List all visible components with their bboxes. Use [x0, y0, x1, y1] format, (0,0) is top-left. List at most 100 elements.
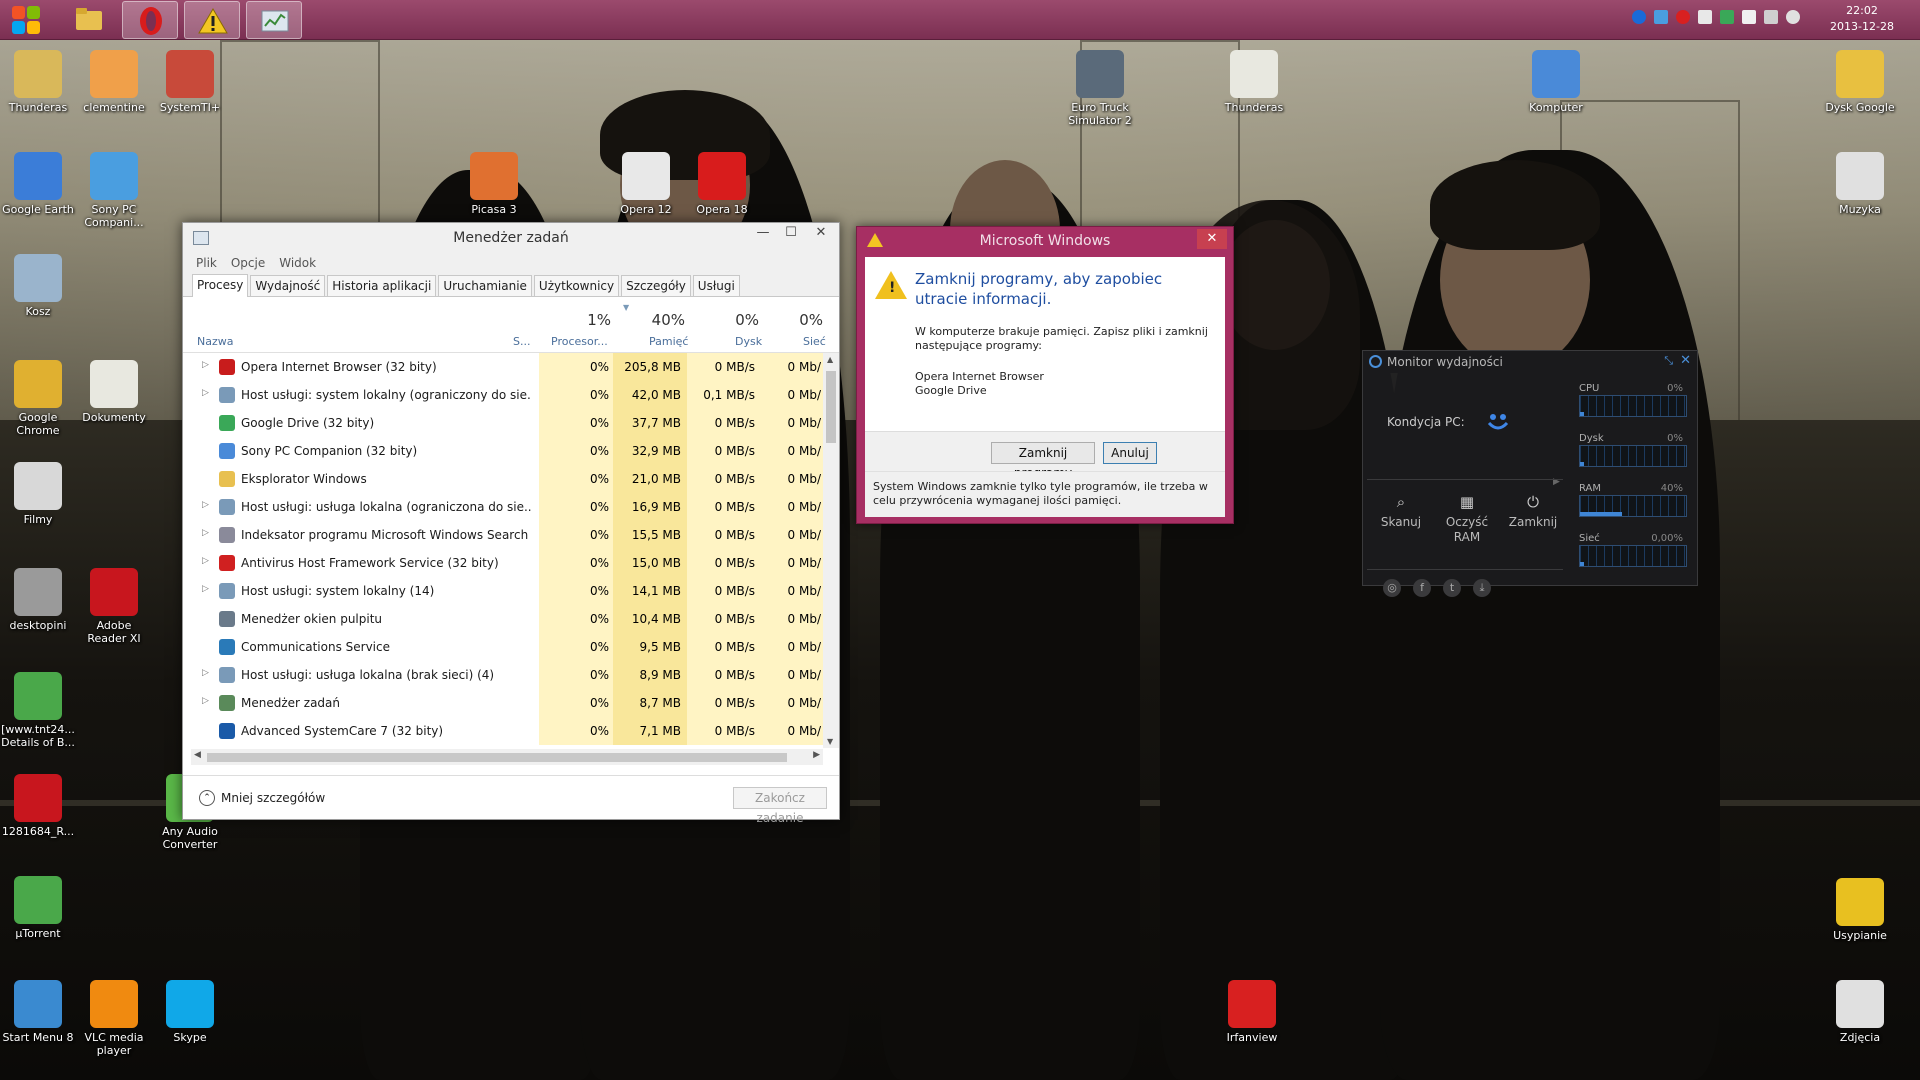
desktop-icon[interactable]: Thunderas	[0, 50, 76, 114]
systemcare-tray-icon[interactable]	[1632, 10, 1646, 24]
expand-chevron-icon[interactable]: ▷	[202, 668, 209, 678]
tool-button[interactable]: ▦ Oczyść RAM	[1437, 493, 1497, 545]
taskbar-opera-button[interactable]	[122, 1, 178, 39]
taskbar-file-explorer-button[interactable]	[60, 1, 116, 39]
expand-chevron-icon[interactable]: ▷	[202, 556, 209, 566]
desktop-icon[interactable]: VLC media player	[76, 980, 152, 1057]
desktop-icon[interactable]: SystemTI+	[152, 50, 228, 114]
process-row[interactable]: ▷ Menedżer zadań 0% 8,7 MB 0 MB/s 0 Mb/	[183, 689, 823, 717]
expand-chevron-icon[interactable]: ▷	[202, 388, 209, 398]
tab-services[interactable]: Usługi	[692, 275, 740, 296]
tab-startup[interactable]: Uruchamianie	[438, 275, 532, 296]
tab-users[interactable]: Użytkownicy	[533, 275, 620, 296]
process-row[interactable]: ▷ Host usługi: usługa lokalna (ograniczon…	[183, 493, 823, 521]
desktop-icon[interactable]: Dysk Google	[1822, 50, 1898, 114]
process-row[interactable]: Communications Service 0% 9,5 MB 0 MB/s 0 Mb…	[183, 633, 823, 661]
column-disk[interactable]: Dysk	[735, 335, 762, 348]
menu-options[interactable]: Opcje	[231, 256, 265, 270]
tab-performance[interactable]: Wydajność	[250, 275, 326, 296]
sony-tray-icon[interactable]	[1654, 10, 1668, 24]
desktop-icon[interactable]: Google Chrome	[0, 360, 76, 437]
desktop-icon[interactable]: Muzyka	[1822, 152, 1898, 216]
expand-chevron-icon[interactable]: ▷	[202, 584, 209, 594]
desktop-icon[interactable]: Filmy	[0, 462, 76, 526]
performance-monitor-widget[interactable]: Monitor wydajności ⤡ ✕ Kondycja PC: ▶ ⌕ S…	[1362, 350, 1698, 597]
expand-chevron-icon[interactable]: ▷	[202, 528, 209, 538]
horizontal-scroll-thumb[interactable]	[207, 753, 787, 762]
process-row[interactable]: Advanced SystemCare 7 (32 bity) 0% 7,1 MB 0…	[183, 717, 823, 745]
desktop-icon[interactable]: Skype	[152, 980, 228, 1044]
process-row[interactable]: Sony PC Companion (32 bity) 0% 32,9 MB 0 MB…	[183, 437, 823, 465]
desktop-icon[interactable]: Dokumenty	[76, 360, 152, 424]
end-task-button[interactable]: Zakończ zadanie	[733, 787, 827, 825]
google-drive-tray-icon[interactable]	[1720, 10, 1734, 24]
column-network[interactable]: Sieć	[803, 335, 826, 348]
column-memory[interactable]: Pamięć	[649, 335, 688, 348]
process-row[interactable]: Eksplorator Windows 0% 21,0 MB 0 MB/s 0 Mb/	[183, 465, 823, 493]
cancel-button[interactable]: Anuluj	[1103, 442, 1157, 464]
close-icon[interactable]: ✕	[1680, 353, 1691, 368]
performance-monitor-titlebar[interactable]: Monitor wydajności ⤡ ✕	[1363, 351, 1697, 373]
collapse-icon[interactable]: ⤡	[1664, 354, 1673, 368]
column-name[interactable]: Nazwa	[197, 335, 233, 348]
twitter-icon[interactable]: t	[1443, 579, 1461, 597]
task-manager-titlebar[interactable]: Menedżer zadań — ☐ ✕	[183, 223, 839, 253]
scroll-left-icon[interactable]: ◀	[194, 750, 201, 760]
menu-file[interactable]: Plik	[196, 256, 217, 270]
network-icon[interactable]	[1764, 10, 1778, 24]
process-row[interactable]: Google Drive (32 bity) 0% 37,7 MB 0 MB/s 0 M…	[183, 409, 823, 437]
close-button[interactable]: ✕	[1197, 229, 1227, 249]
horizontal-scrollbar[interactable]: ◀ ▶	[191, 749, 823, 765]
desktop-icon[interactable]: Euro Truck Simulator 2	[1062, 50, 1138, 127]
desktop-icon[interactable]: 1281684_R...	[0, 774, 76, 838]
desktop-icon[interactable]: desktopini	[0, 568, 76, 632]
tab-details[interactable]: Szczegóły	[621, 275, 691, 296]
menu-view[interactable]: Widok	[279, 256, 316, 270]
desktop-icon[interactable]: Komputer	[1518, 50, 1594, 114]
task-manager-window[interactable]: Menedżer zadań — ☐ ✕ Plik Opcje Widok Pr…	[182, 222, 840, 825]
desktop-icon[interactable]: Google Earth	[0, 152, 76, 216]
desktop-icon[interactable]: Opera 12	[608, 152, 684, 216]
process-row[interactable]: ▷ Antivirus Host Framework Service (32 bi…	[183, 549, 823, 577]
tool-button[interactable]: ⌕ Skanuj	[1371, 493, 1431, 530]
maximize-button[interactable]: ☐	[777, 223, 805, 245]
expand-chevron-icon[interactable]: ▷	[202, 500, 209, 510]
process-row[interactable]: ▷ Host usługi: system lokalny (ograniczon…	[183, 381, 823, 409]
taskbar-warning-button[interactable]	[184, 1, 240, 39]
taskbar-task-manager-button[interactable]	[246, 1, 302, 39]
support-icon[interactable]: ◎	[1383, 579, 1401, 597]
monitor-tray-icon[interactable]	[1698, 10, 1712, 24]
start-button[interactable]	[6, 2, 46, 38]
tab-processes[interactable]: Procesy	[192, 274, 249, 297]
tool-button[interactable]: ⏻ Zamknij	[1503, 493, 1563, 530]
scroll-right-icon[interactable]: ▶	[813, 750, 820, 760]
desktop-icon[interactable]: [www.tnt24... Details of B...	[0, 672, 76, 749]
antivirus-tray-icon[interactable]	[1676, 10, 1690, 24]
desktop-icon[interactable]: Thunderas	[1216, 50, 1292, 114]
volume-icon[interactable]	[1786, 10, 1800, 24]
close-programs-button[interactable]: Zamknij programy	[991, 442, 1095, 480]
column-status[interactable]: S...	[513, 335, 530, 348]
low-memory-dialog[interactable]: Microsoft Windows ✕ ! Zamknij programy, …	[856, 226, 1234, 524]
expand-chevron-icon[interactable]: ▷	[202, 696, 209, 706]
process-row[interactable]: ▷ Opera Internet Browser (32 bity) 0% 205,8…	[183, 353, 823, 381]
desktop-icon[interactable]: Kosz	[0, 254, 76, 318]
scroll-down-icon[interactable]: ▼	[827, 737, 833, 746]
close-button[interactable]: ✕	[807, 223, 835, 245]
vertical-scrollbar[interactable]: ▲ ▼	[823, 353, 839, 748]
clock[interactable]: 22:02 2013-12-28	[1812, 3, 1912, 35]
dialog-titlebar[interactable]: Microsoft Windows ✕	[857, 227, 1233, 255]
desktop-icon[interactable]: Start Menu 8	[0, 980, 76, 1044]
desktop-icon[interactable]: Irfanview	[1214, 980, 1290, 1044]
tab-app-history[interactable]: Historia aplikacji	[327, 275, 437, 296]
scroll-up-icon[interactable]: ▲	[827, 355, 833, 364]
fewer-details-button[interactable]: ⌃ Mniej szczegółów	[199, 790, 325, 806]
desktop-icon[interactable]: Adobe Reader XI	[76, 568, 152, 645]
process-row[interactable]: ▷ Host usługi: system lokalny (14) 0% 14,1 …	[183, 577, 823, 605]
desktop-icon[interactable]: clementine	[76, 50, 152, 114]
desktop-icon[interactable]: µTorrent	[0, 876, 76, 940]
column-cpu[interactable]: Procesor...	[551, 335, 608, 348]
process-row[interactable]: ▷ Host usługi: usługa lokalna (brak sieci…	[183, 661, 823, 689]
process-row[interactable]: ▷ Indeksator programu Microsoft Windows S…	[183, 521, 823, 549]
process-row[interactable]: Menedżer okien pulpitu 0% 10,4 MB 0 MB/s 0 M…	[183, 605, 823, 633]
